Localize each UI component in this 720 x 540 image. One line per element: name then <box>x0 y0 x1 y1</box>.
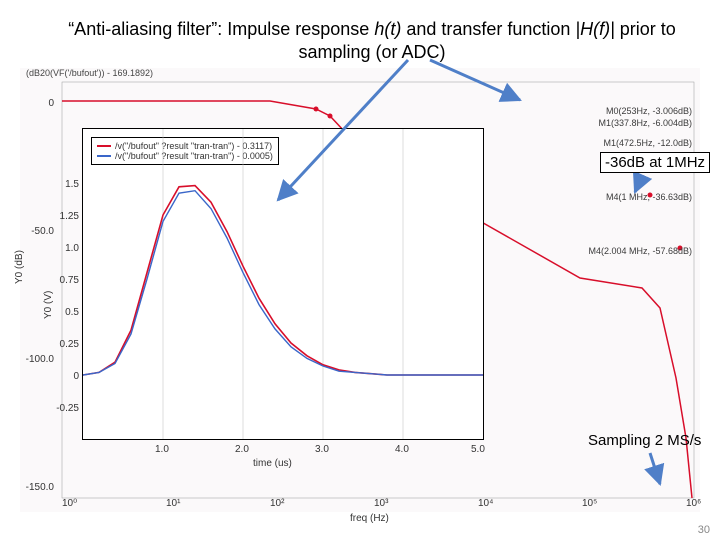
inner-ytick: 0.25 <box>53 339 79 350</box>
inner-ytick: 1.5 <box>53 179 79 190</box>
inner-ytick: 0.5 <box>53 307 79 318</box>
marker-label: M0(253Hz, -3.006dB) <box>606 106 692 116</box>
inner-xtick: 3.0 <box>315 444 329 455</box>
marker-label: M4(1 MHz, -36.63dB) <box>606 192 692 202</box>
page-title: “Anti-aliasing filter”: Impulse response… <box>52 18 692 63</box>
inner-ytick: 0 <box>53 371 79 382</box>
inner-curve-svg <box>83 129 483 439</box>
slide: “Anti-aliasing filter”: Impulse response… <box>0 0 720 540</box>
annotation-sampling: Sampling 2 MS/s <box>588 432 701 449</box>
inner-plot: /v("/bufout" ?result "tran-tran") - 0.31… <box>82 128 484 440</box>
annotation-minus36db: -36dB at 1MHz <box>600 152 710 173</box>
page-number: 30 <box>698 524 710 536</box>
inner-xtick: 2.0 <box>235 444 249 455</box>
marker-label: M1(337.8Hz, -6.004dB) <box>598 118 692 128</box>
marker-label: M4(2.004 MHz, -57.68dB) <box>588 246 692 256</box>
outer-x-axis-label: freq (Hz) <box>350 513 389 524</box>
inner-ytick: -0.25 <box>53 403 79 414</box>
inner-xtick: 1.0 <box>155 444 169 455</box>
inner-xtick: 4.0 <box>395 444 409 455</box>
inner-y-axis-label: Y0 (V) <box>43 291 54 319</box>
marker-label: M1(472.5Hz, -12.0dB) <box>603 138 692 148</box>
inner-xtick: 5.0 <box>471 444 485 455</box>
inner-x-axis-label: time (us) <box>253 458 292 469</box>
inner-ytick: 1.25 <box>53 211 79 222</box>
inner-ytick: 0.75 <box>53 275 79 286</box>
inner-ytick: 1.0 <box>53 243 79 254</box>
